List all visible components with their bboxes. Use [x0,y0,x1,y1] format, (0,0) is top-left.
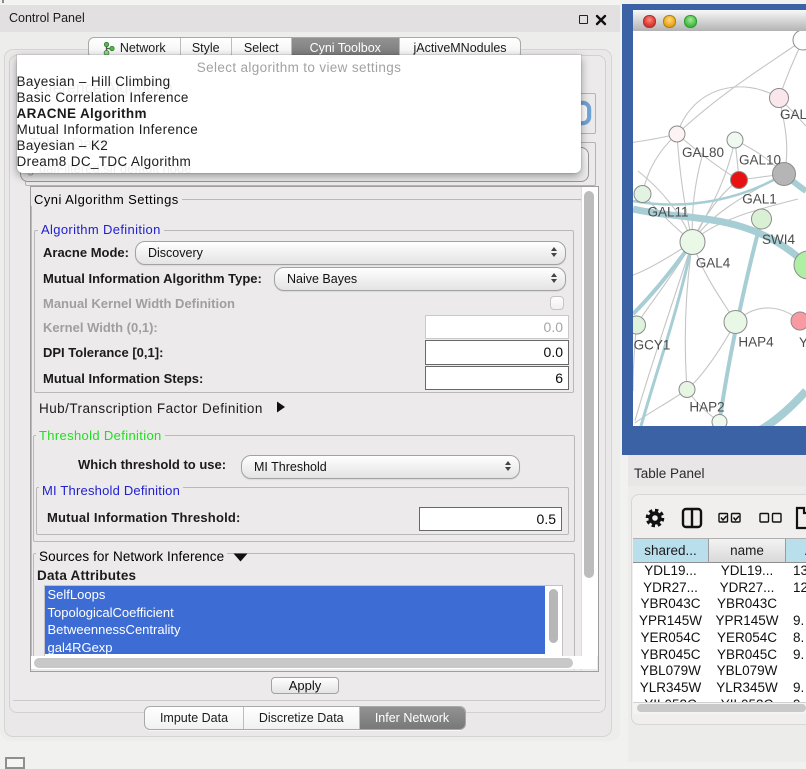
svg-text:GAL1: GAL1 [742,192,777,207]
svg-text:HAP4: HAP4 [738,335,774,350]
svg-text:GAL4: GAL4 [696,256,731,271]
svg-text:GAL80: GAL80 [682,145,724,160]
svg-text:SWI4: SWI4 [762,232,795,247]
svg-text:HAP2: HAP2 [689,400,724,415]
svg-text:GAL11: GAL11 [647,205,688,220]
svg-text:Y: Y [799,335,806,350]
svg-text:GAL7: GAL7 [780,107,806,122]
svg-text:GCY1: GCY1 [634,338,671,353]
svg-text:GAL10: GAL10 [739,153,781,168]
